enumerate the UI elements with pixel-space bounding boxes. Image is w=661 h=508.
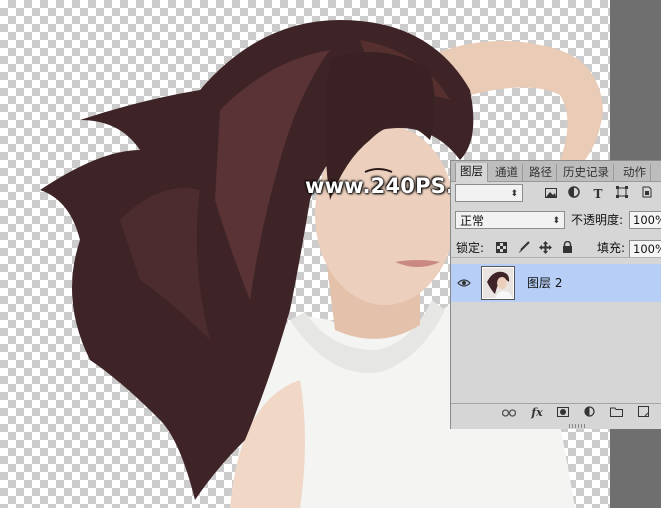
filter-kind-select[interactable]: ⬍ [455, 184, 523, 202]
layer-thumbnail [481, 266, 515, 300]
link-icon[interactable] [501, 405, 517, 421]
shape-icon[interactable] [614, 186, 630, 202]
adjustment-icon[interactable] [566, 186, 582, 202]
panel-bottom-bar: fx [451, 403, 661, 422]
layer-name[interactable]: 图层 2 [527, 274, 562, 292]
smart-object-icon[interactable] [638, 186, 654, 202]
group-folder-icon[interactable] [608, 405, 624, 421]
opacity-field[interactable]: 100% [629, 211, 661, 229]
blend-row: 正常 ⬍ 不透明度: 100% [451, 209, 661, 231]
opacity-label: 不透明度: [571, 213, 624, 227]
tab-layers[interactable]: 图层 [455, 163, 488, 182]
lock-all-icon[interactable] [559, 240, 575, 257]
updown-arrow-icon: ⬍ [510, 189, 518, 199]
resize-grip[interactable] [569, 424, 587, 428]
lock-row: 锁定: 填充: 100% [451, 237, 661, 259]
filter-row: ⬍ T [451, 183, 661, 205]
mask-icon[interactable] [555, 405, 571, 421]
panel-tabs: 图层 通道 路径 历史记录 动作 [451, 161, 661, 182]
lock-position-icon[interactable] [537, 241, 553, 257]
blend-mode-select[interactable]: 正常 ⬍ [455, 211, 565, 229]
type-icon[interactable]: T [590, 186, 606, 202]
fill-field[interactable]: 100% [629, 240, 661, 258]
new-layer-icon[interactable] [635, 405, 651, 421]
layers-panel: 图层 通道 路径 历史记录 动作 ⬍ T 正常 ⬍ 不透明度: 100% [450, 160, 661, 429]
blend-mode-value: 正常 [460, 214, 485, 228]
image-icon[interactable] [543, 186, 559, 202]
tab-history[interactable]: 历史记录 [559, 164, 614, 181]
fx-icon[interactable]: fx [529, 405, 545, 421]
tab-actions[interactable]: 动作 [619, 164, 651, 181]
lock-label: 锁定: [456, 241, 485, 255]
tab-channels[interactable]: 通道 [491, 164, 523, 181]
lock-transparent-icon[interactable] [493, 241, 509, 257]
layer-row[interactable]: 图层 2 [451, 264, 661, 302]
adjustment-layer-icon[interactable] [581, 405, 597, 421]
fill-label: 填充: [597, 241, 626, 255]
tab-paths[interactable]: 路径 [525, 164, 557, 181]
eye-icon[interactable] [457, 277, 471, 291]
updown-arrow-icon: ⬍ [552, 216, 560, 226]
lock-image-icon[interactable] [515, 241, 531, 257]
